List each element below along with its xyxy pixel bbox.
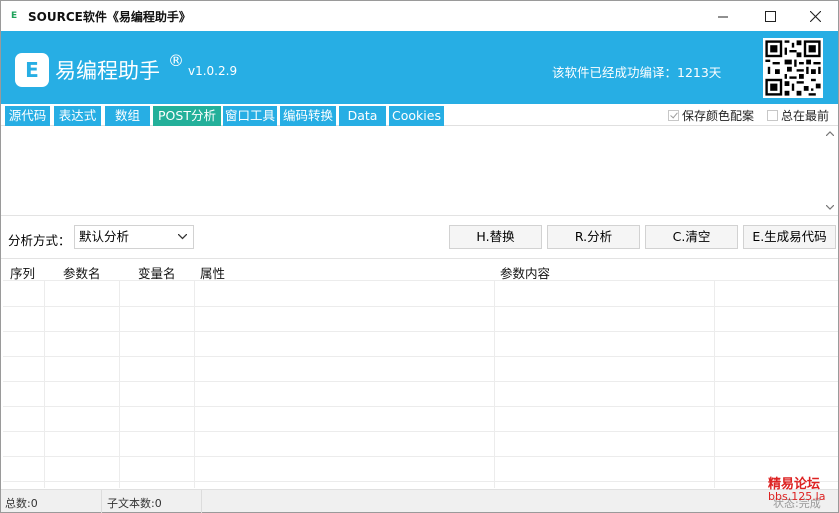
analysis-toolbar: 分析方式： 默认分析 H.替换 R.分析 C.清空 E.生成易代码	[1, 217, 838, 259]
subtext-count: 子文本数:0	[107, 497, 162, 510]
column-header-param-content[interactable]: 参数内容	[500, 263, 550, 282]
window-title: SOURCE软件《易编程助手》	[28, 10, 191, 24]
chevron-down-icon	[826, 204, 834, 210]
minimize-button[interactable]	[700, 1, 746, 31]
tab-encoding[interactable]: 编码转换	[280, 106, 336, 126]
tab-window-tools[interactable]: 窗口工具	[223, 106, 277, 126]
row-divider	[3, 356, 838, 357]
registered-mark: ®	[168, 51, 184, 70]
row-divider	[3, 431, 838, 432]
always-on-top-label: 总在最前	[781, 108, 830, 123]
watermark-url: bbs.125.la	[768, 490, 826, 503]
row-divider	[3, 331, 838, 332]
scroll-down-arrow[interactable]	[824, 201, 836, 213]
column-header-property[interactable]: 属性	[200, 263, 225, 282]
replace-button[interactable]: H.替换	[449, 225, 542, 249]
tab-post-analysis[interactable]: POST分析	[153, 106, 221, 126]
table-header: 序列 参数名 变量名 属性 参数内容	[3, 259, 838, 281]
generate-code-button[interactable]: E.生成易代码	[743, 225, 836, 249]
close-button[interactable]	[792, 1, 838, 31]
app-window: E SOURCE软件《易编程助手》 E 易编程助手 ® v1.0.2.9 该软件…	[0, 0, 839, 513]
qr-code-icon	[763, 38, 823, 98]
save-colors-option[interactable]: 保存颜色配案	[668, 107, 754, 123]
save-colors-label: 保存颜色配案	[682, 108, 755, 123]
total-count: 总数:0	[5, 497, 38, 510]
clear-button[interactable]: C.清空	[645, 225, 738, 249]
params-table[interactable]: 序列 参数名 变量名 属性 参数内容	[3, 259, 838, 488]
tab-array[interactable]: 数组	[105, 106, 150, 126]
row-divider	[3, 306, 838, 307]
status-bar: 总数:0 子文本数:0 状态:完成	[1, 489, 838, 513]
column-header-index[interactable]: 序列	[10, 263, 35, 282]
app-title: 易编程助手	[55, 59, 160, 83]
app-header: E 易编程助手 ® v1.0.2.9 该软件已经成功编译：1213天	[1, 31, 838, 104]
column-header-param-name[interactable]: 参数名	[63, 263, 101, 282]
row-divider	[3, 406, 838, 407]
column-header-variable-name[interactable]: 变量名	[138, 263, 176, 282]
row-divider	[3, 481, 838, 482]
status-divider	[201, 490, 202, 513]
save-colors-checkbox[interactable]	[668, 109, 679, 121]
maximize-icon	[764, 10, 776, 22]
tab-cookies[interactable]: Cookies	[389, 106, 444, 126]
tab-source-code[interactable]: 源代码	[5, 106, 50, 126]
minimize-icon	[717, 16, 728, 17]
always-on-top-checkbox[interactable]	[767, 109, 778, 121]
tab-expression[interactable]: 表达式	[54, 106, 101, 126]
analysis-mode-select[interactable]: 默认分析	[74, 225, 194, 249]
row-divider	[3, 456, 838, 457]
analyze-button[interactable]: R.分析	[547, 225, 640, 249]
row-divider	[3, 381, 838, 382]
scroll-up-arrow[interactable]	[824, 127, 836, 139]
analysis-mode-value: 默认分析	[79, 229, 130, 244]
app-icon: E	[11, 11, 18, 21]
chevron-down-icon	[178, 234, 187, 240]
always-on-top-option[interactable]: 总在最前	[767, 107, 829, 123]
compile-status: 该软件已经成功编译：1213天	[552, 65, 722, 80]
chevron-up-icon	[826, 130, 834, 136]
title-bar: E SOURCE软件《易编程助手》	[1, 1, 838, 31]
status-divider	[101, 490, 102, 513]
close-icon	[809, 10, 821, 22]
logo-letter: E	[25, 58, 39, 82]
tab-bar: 源代码 表达式 数组 POST分析 窗口工具 编码转换 Data Cookies…	[1, 104, 838, 126]
tab-data[interactable]: Data	[339, 106, 386, 126]
app-logo: E	[15, 53, 49, 87]
analysis-mode-label: 分析方式：	[8, 233, 71, 248]
app-version: v1.0.2.9	[188, 64, 238, 78]
post-input-area[interactable]	[1, 126, 838, 216]
maximize-button[interactable]	[747, 1, 793, 31]
